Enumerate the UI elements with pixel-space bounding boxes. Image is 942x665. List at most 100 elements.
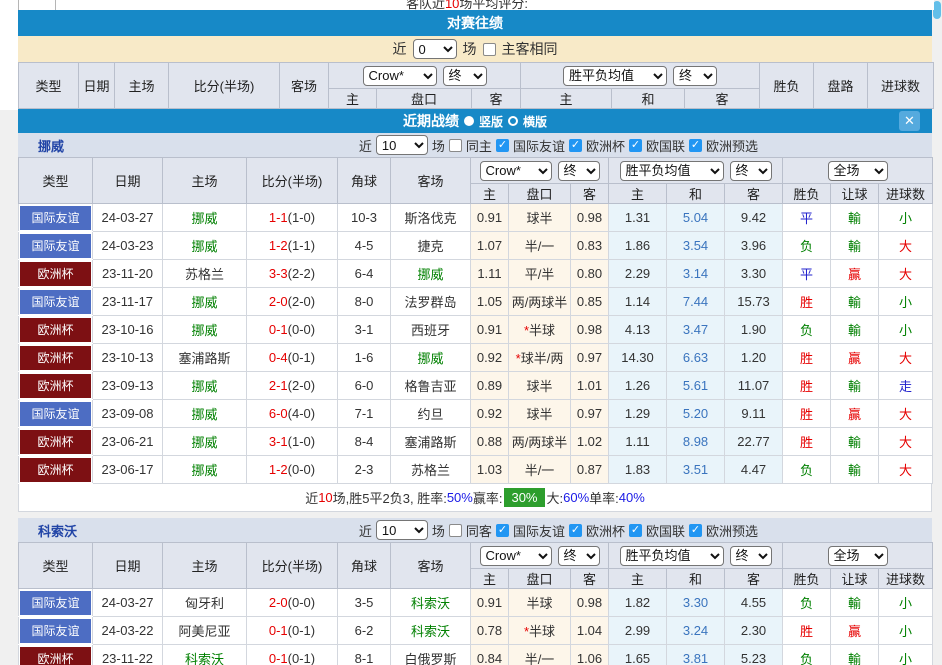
competition-badge: 欧洲杯 [19,260,93,288]
avg-home-odds: 1.26 [609,372,667,400]
score: 0-1(0-0) [247,316,338,344]
scrollbar-thumb[interactable] [933,1,941,19]
score: 3-1(1-0) [247,428,338,456]
score: 2-1(2-0) [247,372,338,400]
competition-checkbox-0[interactable]: ✓ [496,524,509,537]
score: 1-2(0-0) [247,456,338,484]
avg-home-odds: 1.83 [609,456,667,484]
competition-checkbox-1[interactable]: ✓ [569,139,582,152]
competition-badge: 欧洲杯 [19,372,93,400]
avg-away-odds: 15.73 [725,288,783,316]
result-wdl: 负 [783,456,831,484]
same-venue-label: 同客 [466,521,492,540]
subcol: 客 [571,569,609,589]
odds-away: 0.97 [571,400,609,428]
subcol: 和 [667,184,725,204]
away-team: 挪威 [391,344,471,372]
competition-checkbox-0[interactable]: ✓ [496,139,509,152]
away-team: 白俄罗斯 [391,645,471,665]
avg-home-odds: 2.99 [609,617,667,645]
subcol: 让球 [831,569,879,589]
competition-checkbox-1[interactable]: ✓ [569,524,582,537]
corners: 8-4 [338,428,391,456]
col-score: 比分(半场) [169,63,280,109]
avg-home-odds: 1.11 [609,428,667,456]
avg-draw-odds: 5.04 [667,204,725,232]
home-team: 挪威 [163,456,247,484]
vertical-radio[interactable] [464,116,474,126]
away-team: 塞浦路斯 [391,428,471,456]
result-wdl: 平 [783,260,831,288]
avg-odds-select[interactable]: 胜平负均值 [563,66,667,86]
competition-checkbox-3[interactable]: ✓ [689,139,702,152]
avg-draw-odds: 3.47 [667,316,725,344]
competition-checkbox-2[interactable]: ✓ [629,524,642,537]
h2h-games-select[interactable]: 0 [413,39,457,59]
odds-away: 1.02 [571,428,609,456]
avg-odds-select[interactable]: 胜平负均值 [620,161,724,181]
match-date: 23-09-13 [93,372,163,400]
corners: 10-3 [338,204,391,232]
avg-draw-odds: 3.51 [667,456,725,484]
page-root: 客队近10场平均评分: 对赛往绩 近 0 场 主客相同 类型 日期 [0,0,942,665]
result-handicap: 贏 [831,400,879,428]
odds-home: 1.03 [471,456,509,484]
col-5: 客场 [391,158,471,204]
result-goals: 小 [879,204,933,232]
competition-label-3: 欧洲预选 [706,521,758,540]
result-handicap: 輸 [831,288,879,316]
page-scrollbar[interactable] [933,0,942,665]
match-row: 欧洲杯 23-06-21 挪威 3-1(1-0) 8-4 塞浦路斯 0.88 两… [19,428,933,456]
avg-away-odds: 3.96 [725,232,783,260]
bookmaker-select[interactable]: Crow* [480,546,552,566]
recent-title: 近期战绩 [403,111,459,131]
result-goals: 小 [879,589,933,617]
same-home-away-checkbox[interactable] [483,43,496,56]
odds-final-select[interactable]: 终 [558,546,600,566]
competition-label-0: 国际友谊 [513,521,565,540]
competition-checkbox-3[interactable]: ✓ [689,524,702,537]
col-avg-away: 客 [685,89,760,109]
same-venue-checkbox[interactable] [449,139,462,152]
team-name: 科索沃 [38,521,77,540]
avg-final-select[interactable]: 终 [673,66,717,86]
avg-odds-select[interactable]: 胜平负均值 [620,546,724,566]
odds-final-select[interactable]: 终 [558,161,600,181]
avg-away-odds: 1.90 [725,316,783,344]
odds-home: 1.07 [471,232,509,260]
avg-final-select[interactable]: 终 [730,546,772,566]
table-divider-line [55,0,56,10]
same-venue-checkbox[interactable] [449,524,462,537]
avg-away-odds: 2.30 [725,617,783,645]
result-goals: 大 [879,428,933,456]
away-team: 捷克 [391,232,471,260]
result-wdl: 胜 [783,617,831,645]
col-4: 角球 [338,158,391,204]
avg-away-odds: 11.07 [725,372,783,400]
col-away: 客场 [280,63,329,109]
match-date: 23-10-16 [93,316,163,344]
away-team: 约旦 [391,400,471,428]
close-icon[interactable]: ✕ [899,111,920,131]
fulltime-select[interactable]: 全场 [828,546,888,566]
home-team: 苏格兰 [163,260,247,288]
near-label: 近 [393,39,407,59]
team-games-select[interactable]: 10 [376,135,428,155]
odds-home: 0.91 [471,316,509,344]
bookmaker-select[interactable]: Crow* [363,66,437,86]
match-row: 欧洲杯 23-10-16 挪威 0-1(0-0) 3-1 西班牙 0.91 *半… [19,316,933,344]
fulltime-select[interactable]: 全场 [828,161,888,181]
handicap-line: 平/半 [509,260,571,288]
col-3: 比分(半场) [247,543,338,589]
team-games-select[interactable]: 10 [376,520,428,540]
away-team: 挪威 [391,260,471,288]
competition-checkbox-2[interactable]: ✓ [629,139,642,152]
avg-final-select[interactable]: 终 [730,161,772,181]
bookmaker-select[interactable]: Crow* [480,161,552,181]
team-section-header: 科索沃 近 10 场 同客✓国际友谊✓欧洲杯✓欧国联✓欧洲预选 [18,518,932,542]
horizontal-radio[interactable] [508,116,518,126]
match-row: 欧洲杯 23-10-13 塞浦路斯 0-4(0-1) 1-6 挪威 0.92 *… [19,344,933,372]
horizontal-radio-label: 横版 [523,113,547,130]
result-handicap: 輸 [831,428,879,456]
odds-final-select[interactable]: 终 [443,66,487,86]
